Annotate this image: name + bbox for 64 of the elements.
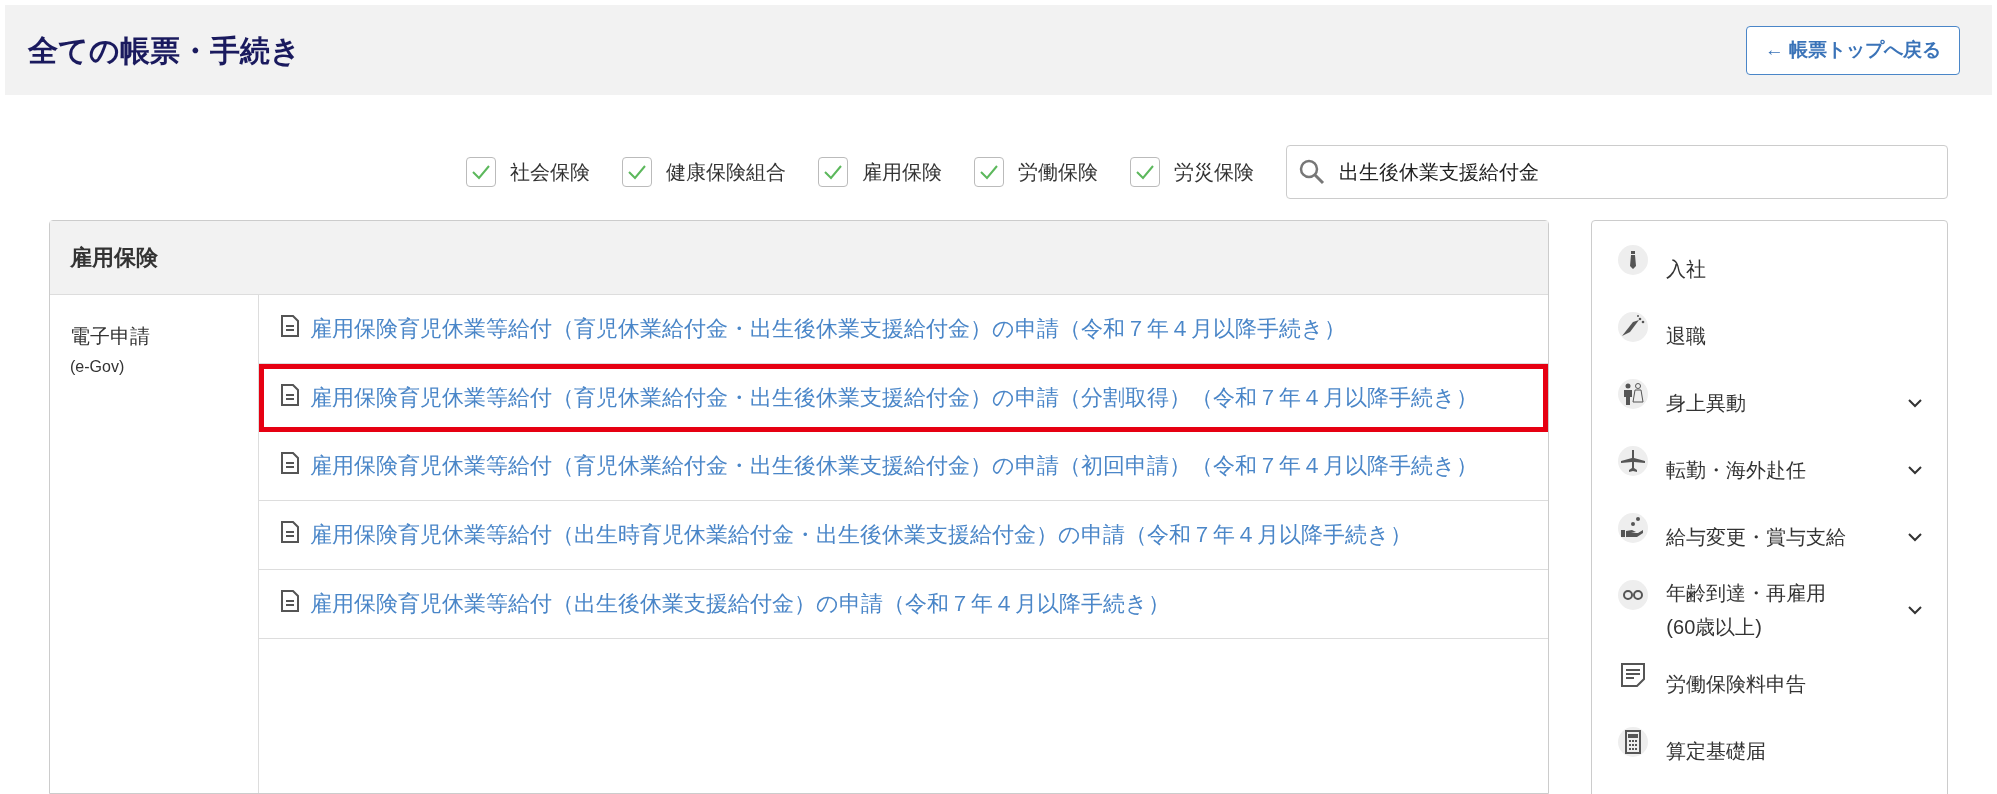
sidebar-item[interactable]: 給与変更・賞与支給 [1618,503,1923,570]
checkbox[interactable] [974,157,1004,187]
form-link[interactable]: 雇用保険育児休業等給付（出生時育児休業給付金・出生後休業支援給付金）の申請（令和７年４月以降手続き） [310,518,1510,552]
sidebar-item[interactable]: 転勤・海外赴任 [1618,436,1923,503]
calculator-icon [1618,727,1649,757]
chevron-down-icon [1907,531,1923,542]
form-row[interactable]: 雇用保険育児休業等給付（育児休業給付金・出生後休業支援給付金）の申請（令和７年４月以降手続き） [259,295,1549,364]
form-row[interactable]: 雇用保険育児休業等給付（出生時育児休業給付金・出生後休業支援給付金）の申請（令和７年４月以降手続き） [259,501,1549,570]
document-icon [280,451,300,475]
sidebar-item[interactable]: 労働保険料申告 [1618,650,1923,717]
chevron-down-icon [1907,464,1923,475]
form-row[interactable]: 雇用保険育児休業等給付（育児休業給付金・出生後休業支援給付金）の申請（分割取得）（令和７年４月以降手続き） [259,364,1549,432]
category-sublabel: (e-Gov) [70,357,126,377]
document-icon [280,383,300,407]
sidebar-label: 給与変更・賞与支給 [1666,524,1848,550]
sidebar-item[interactable]: 身上異動 [1618,369,1923,436]
document-icon [280,314,300,338]
form-row[interactable]: 雇用保険育児休業等給付（育児休業給付金・出生後休業支援給付金）の申請（初回申請）（令和７年４月以降手続き） [259,432,1549,501]
filter-label: 労働保険 [1018,160,1098,185]
check-icon [627,164,647,180]
sidebar-label: 算定基礎届 [1666,738,1768,764]
form-link[interactable]: 雇用保険育児休業等給付（育児休業給付金・出生後休業支援給付金）の申請（初回申請）（令和７年４月以降手続き） [310,449,1510,483]
chevron-down-icon [1907,605,1923,615]
section-title: 雇用保険 [70,244,158,272]
category-label: 電子申請 [70,324,151,349]
glasses-icon [1618,580,1649,610]
check-icon [823,164,843,180]
hand-coins-icon [1618,513,1649,543]
search-field[interactable]: 出生後休業支援給付金 [1286,145,1948,199]
sidebar-label: 転勤・海外赴任 [1666,457,1808,483]
sidebar-item[interactable]: 年齢到達・再雇用 (60歳以上) [1618,570,1923,650]
checkbox[interactable] [622,157,652,187]
document-icon [280,589,300,613]
form-row[interactable]: 雇用保険育児休業等給付（出生後休業支援給付金）の申請（令和７年４月以降手続き） [259,570,1549,639]
check-icon [471,164,491,180]
sidebar-item[interactable]: 算定基礎届 [1618,717,1923,784]
sidebar-label: 労働保険料申告 [1666,671,1808,697]
page-title: 全ての帳票・手続き [28,32,301,69]
filter-label: 健康保険組合 [666,160,786,185]
sidebar-label: 身上異動 [1666,390,1748,416]
filter-label: 労災保険 [1174,160,1254,185]
back-button[interactable]: ← 帳票トップへ戻る [1745,25,1960,75]
sidebar-label: 退職 [1666,323,1708,349]
bouquet-icon [1618,312,1649,342]
filter-label: 雇用保険 [862,160,942,185]
check-icon [1135,164,1155,180]
necktie-icon [1618,245,1649,275]
sidebar-label: 入社 [1666,256,1708,282]
sidebar-label: 年齢到達・再雇用 (60歳以上) [1666,581,1828,640]
form-link[interactable]: 雇用保険育児休業等給付（出生後休業支援給付金）の申請（令和７年４月以降手続き） [310,587,1510,621]
search-icon [1298,158,1326,186]
airplane-icon [1618,446,1649,476]
sidebar-item[interactable]: 入社 [1618,235,1923,302]
checkbox[interactable] [818,157,848,187]
check-icon [979,164,999,180]
couple-icon [1618,379,1649,409]
checkbox[interactable] [466,157,496,187]
chevron-down-icon [1907,397,1923,408]
filter-label: 社会保険 [510,160,590,185]
form-link[interactable]: 雇用保険育児休業等給付（育児休業給付金・出生後休業支援給付金）の申請（令和７年４月以降手続き） [310,312,1510,346]
sidebar-item[interactable]: 退職 [1618,302,1923,369]
document-icon [280,520,300,544]
form-link[interactable]: 雇用保険育児休業等給付（育児休業給付金・出生後休業支援給付金）の申請（分割取得）（令和７年４月以降手続き） [310,381,1510,415]
checkbox[interactable] [1130,157,1160,187]
